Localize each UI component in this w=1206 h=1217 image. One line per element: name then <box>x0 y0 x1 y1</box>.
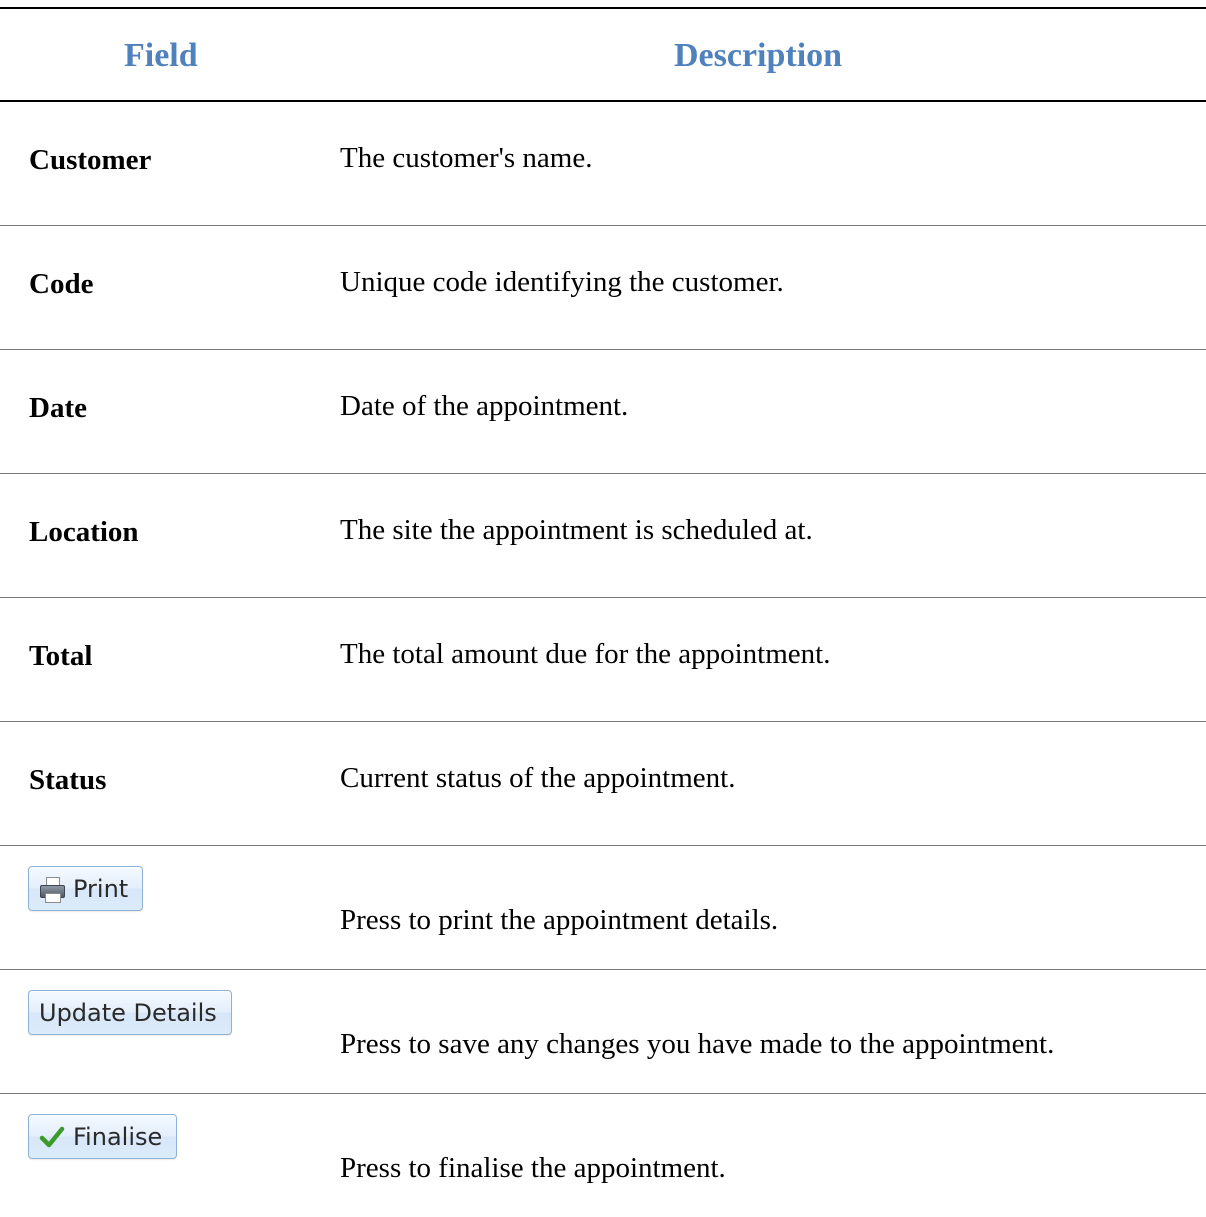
description-date: Date of the appointment. <box>340 390 629 422</box>
header-description: Description <box>674 37 843 74</box>
table-row: Update Details Press to save any changes… <box>0 970 1206 1093</box>
table-row: Location The site the appointment is sch… <box>0 474 1206 597</box>
table-row: Customer The customer's name. <box>0 102 1206 225</box>
description-total: The total amount due for the appointment… <box>340 638 831 670</box>
header-field: Field <box>124 37 198 74</box>
table-row: Code Unique code identifying the custome… <box>0 226 1206 349</box>
description-code: Unique code identifying the customer. <box>340 266 784 298</box>
print-button[interactable]: Print <box>28 866 144 911</box>
finalise-button[interactable]: Finalise <box>28 1114 178 1159</box>
update-details-button-label: Update Details <box>39 998 217 1027</box>
field-total: Total <box>29 640 93 672</box>
table-header-row: Field Description <box>0 9 1206 100</box>
description-status: Current status of the appointment. <box>340 762 736 794</box>
print-button-label: Print <box>73 874 129 903</box>
description-finalise: Press to finalise the appointment. <box>340 1152 726 1184</box>
table-row: Finalise Press to finalise the appointme… <box>0 1094 1206 1217</box>
field-customer: Customer <box>29 144 152 176</box>
table-row: Status Current status of the appointment… <box>0 722 1206 845</box>
description-print: Press to print the appointment details. <box>340 904 779 936</box>
check-icon <box>39 1124 65 1150</box>
field-location: Location <box>29 516 139 548</box>
field-code: Code <box>29 268 94 300</box>
description-update-details: Press to save any changes you have made … <box>340 1028 1055 1060</box>
description-customer: The customer's name. <box>340 142 593 174</box>
description-location: The site the appointment is scheduled at… <box>340 514 813 546</box>
finalise-button-label: Finalise <box>73 1122 163 1151</box>
table-row: Total The total amount due for the appoi… <box>0 598 1206 721</box>
update-details-button[interactable]: Update Details <box>28 990 232 1035</box>
field-date: Date <box>29 392 87 424</box>
field-status: Status <box>29 764 107 796</box>
table-row: Date Date of the appointment. <box>0 350 1206 473</box>
field-description-table: Field Description Customer The customer'… <box>0 7 1206 1217</box>
table-row: Print Press to print the appointment det… <box>0 846 1206 969</box>
printer-icon <box>39 876 65 903</box>
